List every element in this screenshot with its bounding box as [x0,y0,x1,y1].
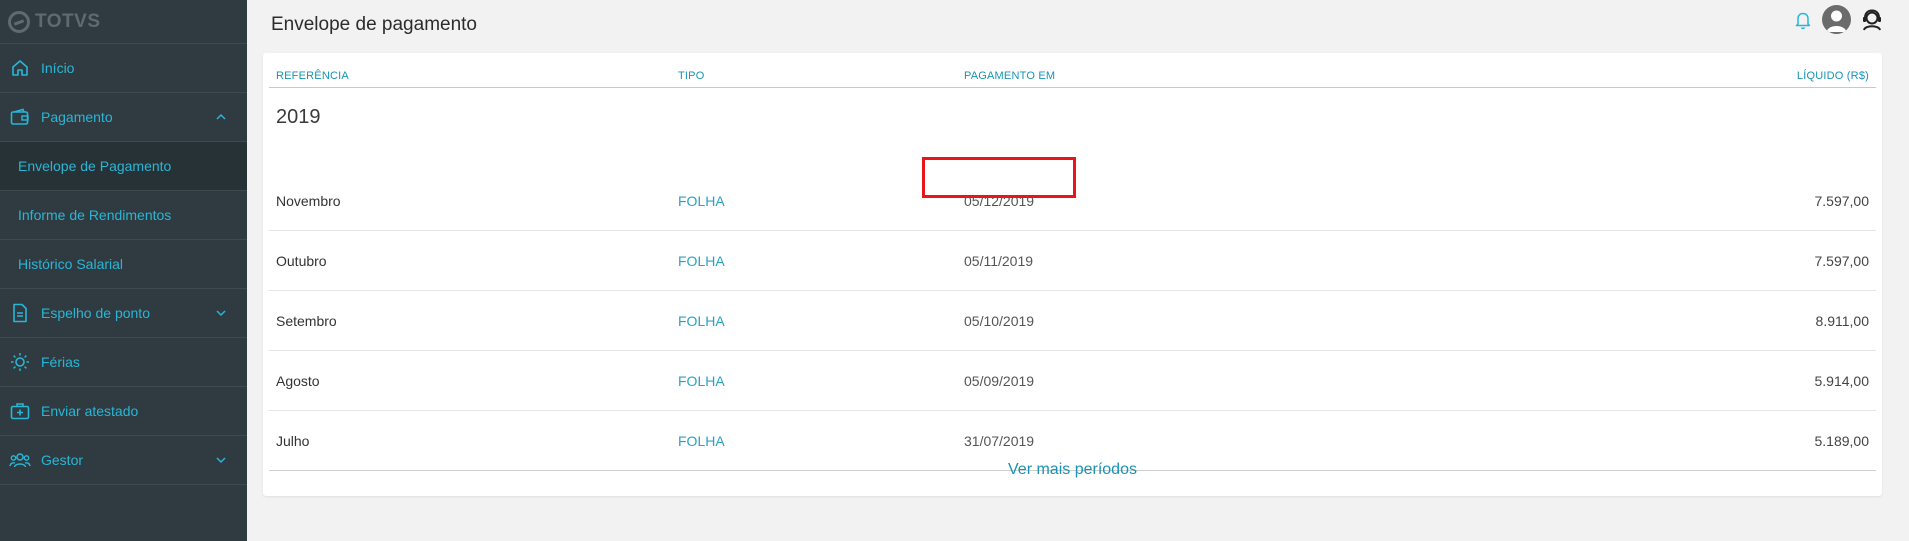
team-icon [9,449,31,471]
table-row[interactable]: Setembro FOLHA 05/10/2019 8.911,00 [269,291,1876,351]
sidebar-item-gestor[interactable]: Gestor [0,436,247,485]
avatar[interactable] [1822,5,1851,34]
sidebar-item-label: Início [41,60,75,76]
cell-tipo: FOLHA [678,253,725,269]
sidebar-item-label: Férias [41,354,80,370]
table-row[interactable]: Agosto FOLHA 05/09/2019 5.914,00 [269,351,1876,411]
column-header-referencia[interactable]: REFERÊNCIA [276,70,349,82]
sidebar-item-label: Histórico Salarial [18,256,124,272]
totvs-logo-icon [8,10,30,33]
medical-kit-icon [9,400,31,422]
cell-liquido: 5.189,00 [1814,433,1870,449]
brand-name: TOTVS [35,10,101,32]
cell-referencia: Agosto [276,373,320,389]
wallet-icon [9,106,31,128]
sidebar-item-label: Espelho de ponto [41,305,150,321]
document-icon [9,302,31,324]
cell-pagamento-em: 05/11/2019 [964,253,1034,269]
sidebar-item-inicio[interactable]: Início [0,44,247,93]
sidebar: TOTVS Início Pagamento Envelope de Pagam… [0,0,247,541]
sidebar-item-label: Informe de Rendimentos [18,207,172,223]
sidebar-item-espelho-de-ponto[interactable]: Espelho de ponto [0,289,247,338]
cell-liquido: 7.597,00 [1814,193,1870,209]
cell-liquido: 8.911,00 [1815,313,1869,329]
chevron-down-icon [213,305,229,321]
support-icon[interactable] [1859,7,1885,33]
cell-tipo: FOLHA [678,373,725,389]
table-row[interactable]: Outubro FOLHA 05/11/2019 7.597,00 [269,231,1876,291]
page-header: Envelope de pagamento [247,0,1909,52]
home-icon [9,57,31,79]
bell-icon[interactable] [1792,7,1814,33]
cell-tipo: FOLHA [678,433,725,449]
cell-liquido: 7.597,00 [1814,253,1870,269]
sidebar-item-label: Gestor [41,452,84,468]
page-title: Envelope de pagamento [271,14,477,35]
column-header-liquido[interactable]: LÍQUIDO (R$) [1797,70,1869,82]
cell-pagamento-em: 31/07/2019 [964,433,1035,449]
highlight-box [922,157,1076,198]
sidebar-item-envelope-de-pagamento[interactable]: Envelope de Pagamento [0,142,247,191]
chevron-down-icon [213,452,229,468]
cell-referencia: Setembro [276,313,337,329]
sidebar-item-label: Pagamento [41,109,113,125]
sidebar-item-enviar-atestado[interactable]: Enviar atestado [0,387,247,436]
cell-pagamento-em: 05/09/2019 [964,373,1035,389]
cell-tipo: FOLHA [678,313,725,329]
year-heading: 2019 [276,106,321,128]
chevron-up-icon [213,109,229,125]
sidebar-item-label: Enviar atestado [41,403,139,419]
cell-tipo: FOLHA [678,193,725,209]
sun-icon [9,351,31,373]
cell-referencia: Novembro [276,193,341,209]
cell-pagamento-em: 05/10/2019 [964,313,1035,329]
sidebar-item-historico-salarial[interactable]: Histórico Salarial [0,240,247,289]
sidebar-item-pagamento[interactable]: Pagamento [0,93,247,142]
column-header-pagamento-em[interactable]: PAGAMENTO EM [964,70,1055,82]
sidebar-item-informe-de-rendimentos[interactable]: Informe de Rendimentos [0,191,247,240]
table-header: REFERÊNCIA TIPO PAGAMENTO EM LÍQUIDO (R$… [269,53,1876,88]
cell-referencia: Julho [276,433,310,449]
payment-envelope-card: REFERÊNCIA TIPO PAGAMENTO EM LÍQUIDO (R$… [263,53,1882,496]
totvs-logo: TOTVS [0,0,247,44]
sidebar-item-label: Envelope de Pagamento [18,158,172,174]
see-more-periods-link[interactable]: Ver mais períodos [263,461,1882,479]
cell-liquido: 5.914,00 [1814,373,1870,389]
header-actions [1792,5,1885,34]
column-header-tipo[interactable]: TIPO [678,70,704,82]
cell-referencia: Outubro [276,253,327,269]
sidebar-item-ferias[interactable]: Férias [0,338,247,387]
